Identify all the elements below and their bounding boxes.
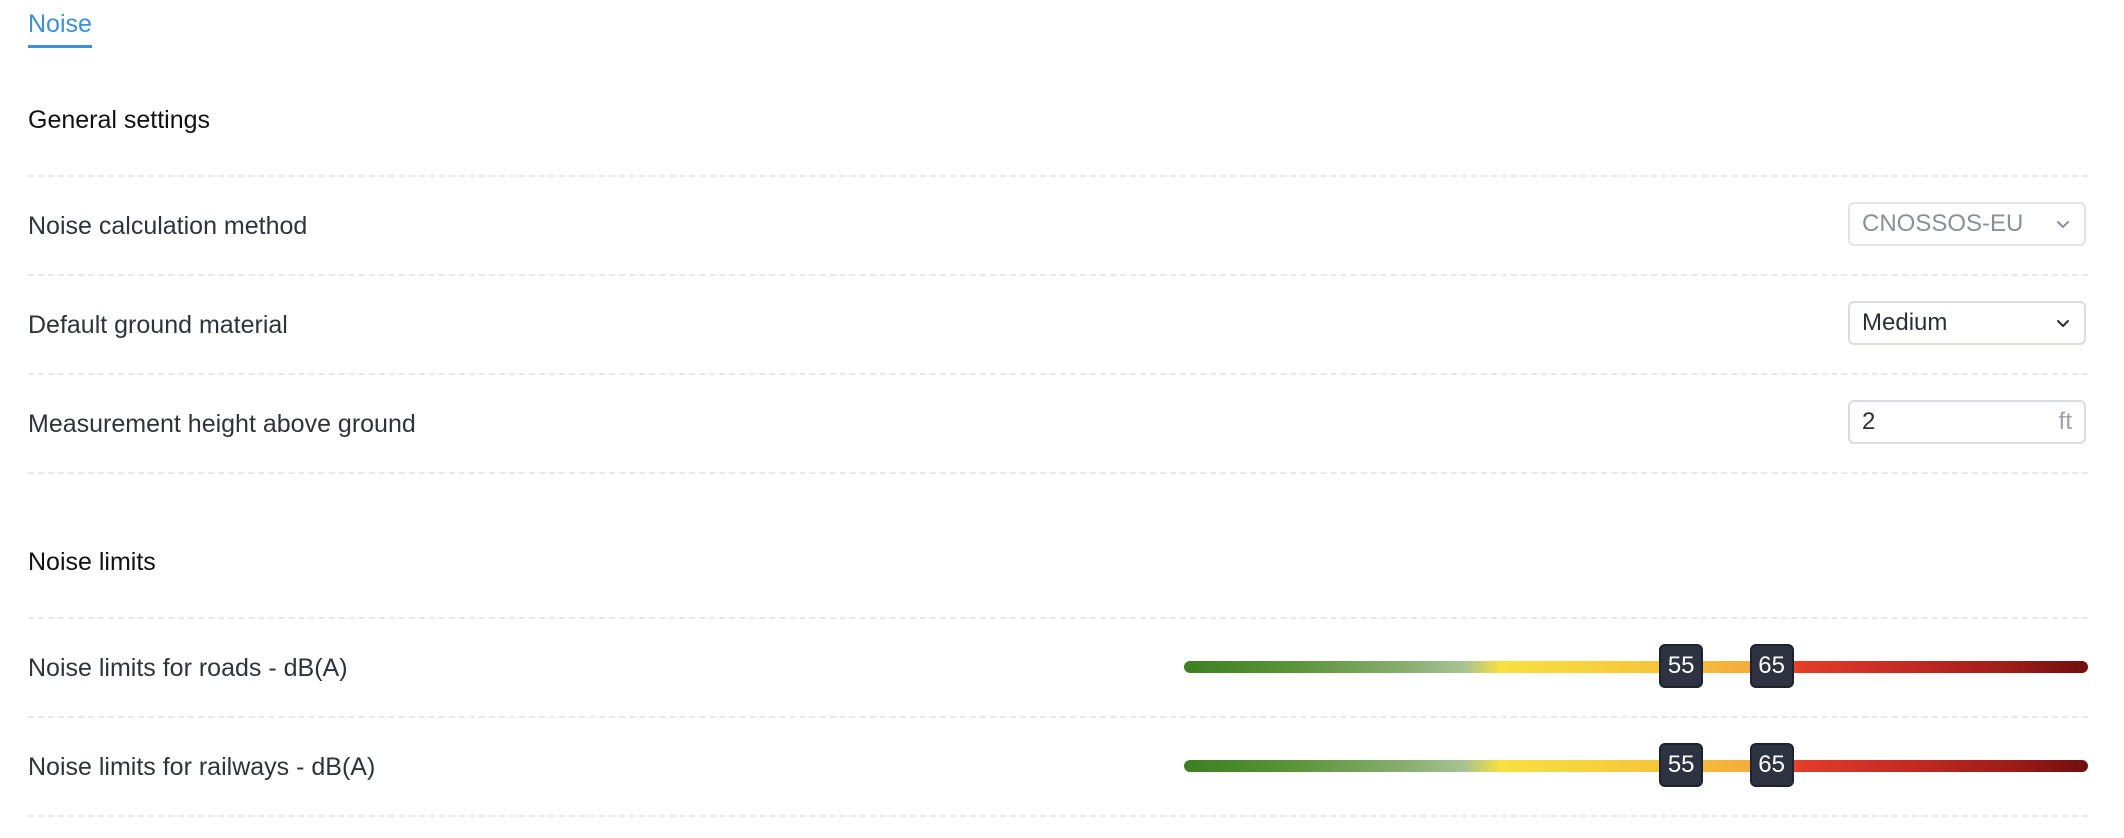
railways-limits-slider[interactable]: 55 65 [1184, 743, 2088, 787]
ground-material-value: Medium [1862, 309, 1948, 336]
ground-material-select[interactable]: Medium [1848, 301, 2086, 345]
railways-high-handle[interactable]: 65 [1749, 743, 1794, 787]
measurement-height-unit: ft [2058, 408, 2072, 435]
railways-low-handle[interactable]: 55 [1659, 743, 1704, 787]
roads-limits-label: Noise limits for roads - dB(A) [28, 654, 348, 682]
chevron-down-icon [2057, 221, 2069, 228]
calc-method-value: CNOSSOS-EU [1862, 210, 2024, 237]
divider [28, 175, 2088, 177]
tab-noise[interactable]: Noise [28, 10, 92, 48]
divider [28, 716, 2088, 718]
divider [28, 373, 2088, 375]
calc-method-select[interactable]: CNOSSOS-EU [1848, 202, 2086, 246]
measurement-height-label: Measurement height above ground [28, 410, 416, 438]
divider [28, 472, 2088, 474]
measurement-height-value: 2 [1862, 408, 1876, 435]
section-title-noise-limits: Noise limits [28, 548, 156, 576]
roads-low-handle[interactable]: 55 [1659, 644, 1704, 688]
ground-material-label: Default ground material [28, 311, 288, 339]
divider [28, 617, 2088, 619]
divider [28, 815, 2088, 817]
roads-limits-slider[interactable]: 55 65 [1184, 644, 2088, 688]
railways-limits-label: Noise limits for railways - dB(A) [28, 753, 376, 781]
divider [28, 274, 2088, 276]
calc-method-label: Noise calculation method [28, 212, 308, 240]
roads-high-handle[interactable]: 65 [1749, 644, 1794, 688]
measurement-height-input[interactable]: 2 ft [1848, 400, 2086, 444]
noise-settings-page: Noise General settings Noise calculation… [0, 0, 2124, 838]
section-title-general: General settings [28, 106, 211, 134]
chevron-down-icon [2057, 320, 2069, 327]
roads-slider-track [1184, 661, 2088, 673]
railways-slider-track [1184, 760, 2088, 772]
tab-bar: Noise [28, 10, 92, 50]
